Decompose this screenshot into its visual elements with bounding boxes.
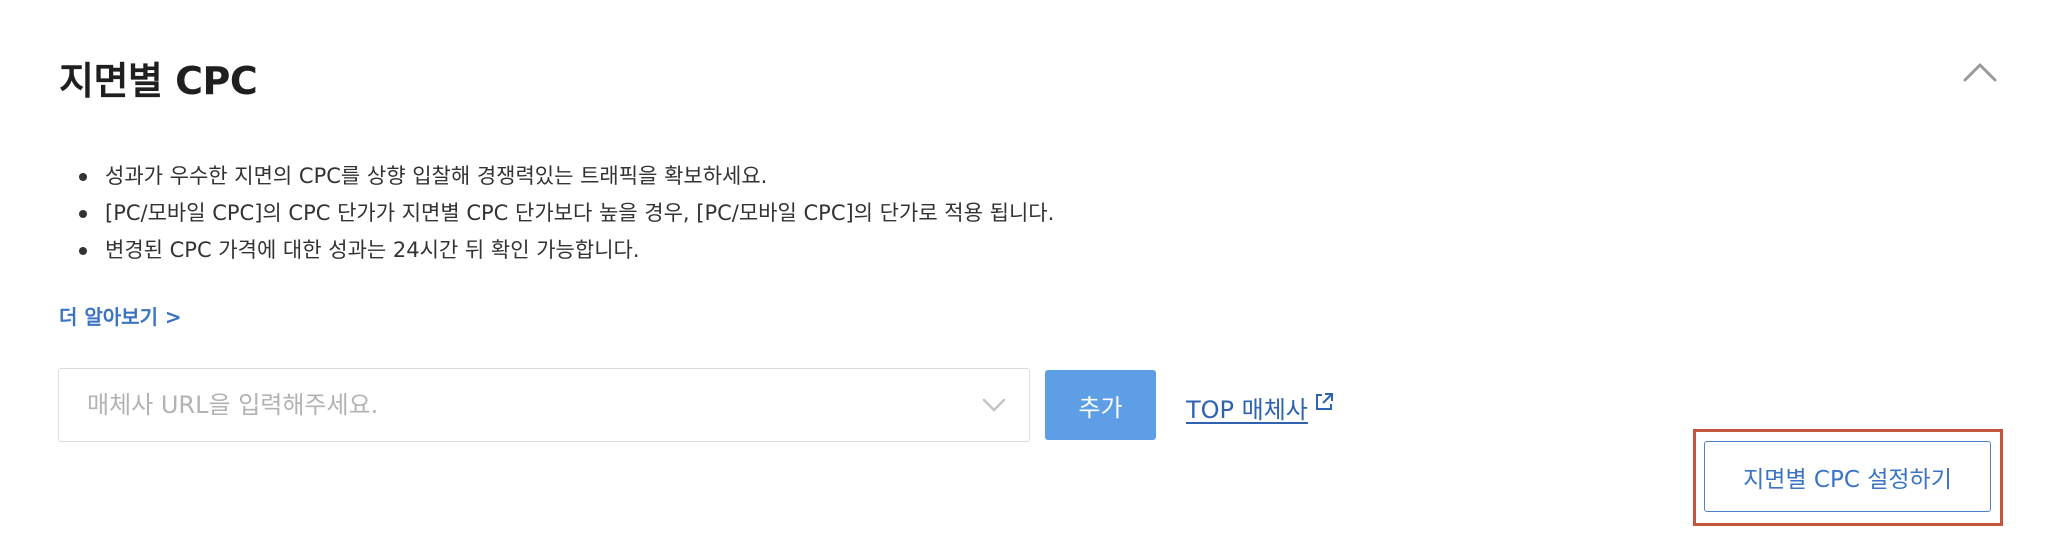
learn-more-link[interactable]: 더 알아보기 > xyxy=(59,301,182,330)
chevron-down-icon[interactable] xyxy=(981,395,1007,415)
media-url-combobox[interactable] xyxy=(58,368,1030,442)
top-media-link[interactable]: TOP 매체사 xyxy=(1186,390,1334,425)
section-title: 지면별 CPC xyxy=(59,59,258,103)
list-item: [PC/모바일 CPC]의 CPC 단가가 지면별 CPC 단가보다 높을 경우… xyxy=(78,195,1054,232)
add-button[interactable]: 추가 xyxy=(1045,370,1156,440)
cpc-setting-button[interactable]: 지면별 CPC 설정하기 xyxy=(1704,441,1991,512)
chevron-up-icon[interactable] xyxy=(1962,60,1998,84)
external-link-icon xyxy=(1314,390,1334,410)
top-media-label: TOP 매체사 xyxy=(1186,396,1308,424)
cpc-settings-panel: 지면별 CPC 성과가 우수한 지면의 CPC를 상향 입찰해 경쟁력있는 트래… xyxy=(0,0,2048,538)
media-url-input[interactable] xyxy=(87,369,947,441)
notes-list: 성과가 우수한 지면의 CPC를 상향 입찰해 경쟁력있는 트래픽을 확보하세요… xyxy=(59,158,1054,269)
list-item: 성과가 우수한 지면의 CPC를 상향 입찰해 경쟁력있는 트래픽을 확보하세요… xyxy=(78,158,1054,195)
list-item: 변경된 CPC 가격에 대한 성과는 24시간 뒤 확인 가능합니다. xyxy=(78,232,1054,269)
